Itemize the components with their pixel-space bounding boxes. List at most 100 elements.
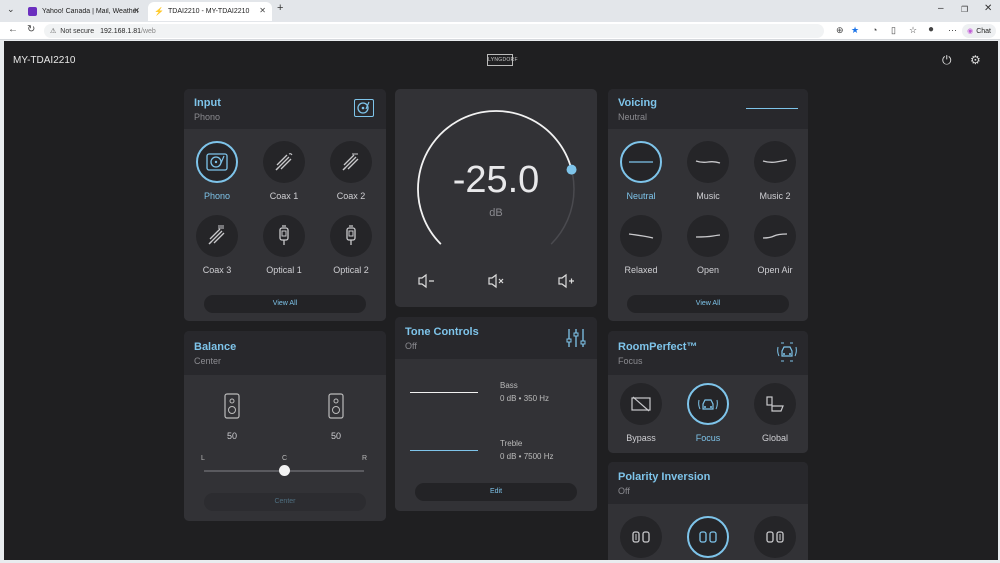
tone-edit-button[interactable]: Edit [415, 483, 577, 501]
input-option-label: Coax 2 [336, 191, 366, 201]
global-room-icon [754, 383, 796, 425]
app-viewport: MY-TDAI2210 LYNGDORF ⏻ ⚙ Input Phono Pho… [4, 41, 998, 560]
yahoo-favicon-icon [28, 7, 37, 16]
tab-yahoo[interactable]: Yahoo! Canada | Mail, Weather, Se ✕ [22, 2, 146, 21]
tab-title: Yahoo! Canada | Mail, Weather, Se [42, 8, 138, 15]
voicing-music-2-icon [754, 141, 796, 183]
voicing-option-label: Relaxed [624, 265, 658, 275]
browser-tab-strip: ⌄ Yahoo! Canada | Mail, Weather, Se ✕ ⚡ … [0, 0, 1000, 22]
polarity-right-icon [754, 516, 796, 558]
favorite-star-icon[interactable]: ★ [851, 25, 859, 36]
equalizer-sliders-icon[interactable] [565, 327, 587, 354]
polarity-option-right[interactable] [742, 516, 808, 558]
roomperfect-card: RoomPerfect™ Focus Bypass Focus Global [608, 331, 808, 453]
input-selected: Phono [194, 112, 221, 122]
balance-center-button[interactable]: Center [204, 493, 366, 511]
settings-gear-icon[interactable]: ⚙ [970, 53, 981, 67]
right-channel-value: 50 [330, 431, 341, 441]
extension-icon[interactable]: ◔ [872, 25, 877, 35]
back-icon[interactable]: ← [8, 24, 18, 35]
input-option-optical-2[interactable]: Optical 2 [318, 215, 384, 275]
security-label[interactable]: Not secure [60, 28, 94, 35]
close-tab-icon[interactable]: ✕ [133, 6, 140, 15]
voicing-option-label: Open [696, 265, 720, 275]
input-option-coax-1[interactable]: Coax 1 [251, 141, 317, 201]
treble-label: Treble [500, 439, 523, 448]
minimize-icon[interactable]: – [938, 3, 944, 14]
left-speaker-icon [224, 393, 240, 424]
voicing-option-music-2[interactable]: Music 2 [742, 141, 808, 201]
focus-car-icon [687, 383, 729, 425]
coax-icon [263, 141, 305, 183]
voicing-option-music[interactable]: Music [675, 141, 741, 201]
voicing-option-relaxed[interactable]: Relaxed [608, 215, 674, 275]
balance-slider-handle[interactable] [278, 465, 290, 476]
voicing-open-air-icon [754, 215, 796, 257]
more-menu-icon[interactable]: ⋯ [948, 25, 957, 36]
tab-title: TDAI2210 - MY-TDAI2210 [168, 8, 250, 15]
roomperfect-selected: Focus [618, 356, 643, 366]
tab-tdai2210[interactable]: ⚡ TDAI2210 - MY-TDAI2210 ✕ [148, 2, 272, 21]
voicing-curve-icon [746, 108, 798, 109]
balance-card-header: Balance Center [184, 331, 386, 375]
tab-list-icon[interactable]: ⌄ [7, 4, 15, 15]
bass-curve [410, 392, 478, 393]
roomperfect-option-focus[interactable]: Focus [675, 383, 741, 443]
bypass-icon [620, 383, 662, 425]
input-card-body: Phono Coax 1 Coax 2 Coax 3 Optical 1 Opt… [184, 129, 386, 321]
voicing-selected: Neutral [618, 112, 648, 122]
split-screen-icon[interactable]: ▯ [891, 25, 896, 36]
voicing-option-label: Neutral [626, 191, 656, 201]
roomperfect-option-global[interactable]: Global [742, 383, 808, 443]
power-icon[interactable]: ⏻ [942, 53, 952, 68]
input-option-coax-2[interactable]: Coax 2 [318, 141, 384, 201]
balance-card: Balance Center 50 50 L C R Center [184, 331, 386, 521]
new-tab-button[interactable]: + [277, 2, 283, 14]
input-option-coax-3[interactable]: Coax 3 [184, 215, 250, 275]
input-view-all-button[interactable]: View All [204, 295, 366, 313]
voicing-option-neutral[interactable]: Neutral [608, 141, 674, 201]
refresh-icon[interactable]: ↻ [27, 24, 35, 35]
balance-left-label: L [201, 455, 205, 462]
device-name: MY-TDAI2210 [13, 55, 76, 66]
roomperfect-option-label: Global [761, 433, 788, 443]
mute-icon[interactable] [487, 273, 505, 294]
brand-text: LYNGDORF [488, 57, 518, 63]
translate-icon[interactable]: ⊕ [836, 25, 844, 36]
volume-up-icon[interactable] [557, 273, 575, 294]
url-input[interactable]: ⚠ Not secure 192.168.1.81/web [44, 24, 824, 38]
favorites-icon[interactable]: ☆ [909, 25, 917, 36]
voicing-title: Voicing [618, 97, 657, 109]
input-title: Input [194, 97, 221, 109]
left-channel-value: 50 [226, 431, 237, 441]
coax-icon [196, 215, 238, 257]
polarity-option-left[interactable] [608, 516, 674, 558]
balance-value-label: Center [194, 356, 222, 366]
input-option-optical-1[interactable]: Optical 1 [251, 215, 317, 275]
input-option-label: Coax 1 [269, 191, 299, 201]
voicing-option-open-air[interactable]: Open Air [742, 215, 808, 275]
turntable-icon [196, 141, 238, 183]
close-tab-icon[interactable]: ✕ [259, 6, 266, 15]
polarity-option-none[interactable] [675, 516, 741, 558]
treble-value: 0 dB • 7500 Hz [500, 452, 554, 461]
tone-card-body: Bass 0 dB • 350 Hz Treble 0 dB • 7500 Hz… [395, 359, 597, 511]
tone-status: Off [405, 341, 417, 351]
voicing-option-open[interactable]: Open [675, 215, 741, 275]
voicing-view-all-button[interactable]: View All [627, 295, 789, 313]
input-option-label: Coax 3 [202, 265, 232, 275]
address-bar: ← ↻ ⚠ Not secure 192.168.1.81/web ⊕ ★ ◔ … [0, 22, 1000, 40]
profile-icon[interactable]: ● [928, 24, 934, 35]
roomperfect-option-bypass[interactable]: Bypass [608, 383, 674, 443]
maximize-icon[interactable]: ❐ [961, 5, 968, 14]
voicing-option-label: Music 2 [759, 191, 791, 201]
close-window-icon[interactable]: ✕ [984, 3, 992, 14]
warning-icon[interactable]: ⚠ [50, 27, 56, 35]
bass-label: Bass [500, 381, 518, 390]
copilot-chat-button[interactable]: ◉ Chat [962, 24, 996, 38]
volume-down-icon[interactable] [417, 273, 435, 294]
roomperfect-option-label: Bypass [626, 433, 656, 443]
input-option-phono[interactable]: Phono [184, 141, 250, 201]
input-card-header: Input Phono [184, 89, 386, 129]
chat-label: Chat [976, 27, 991, 35]
